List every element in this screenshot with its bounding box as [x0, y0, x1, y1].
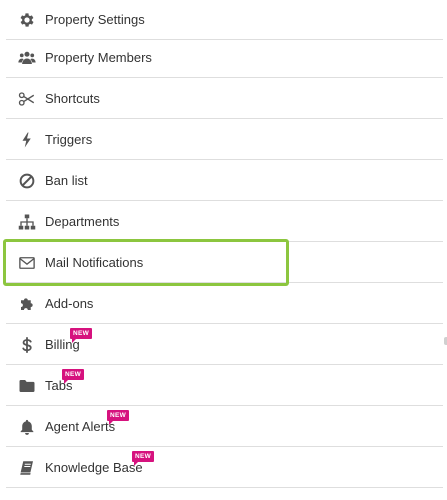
new-badge: NEW — [62, 369, 85, 384]
menu-item-agent-alerts[interactable]: Agent Alerts NEW — [6, 407, 443, 447]
menu-item-label: Property Members — [45, 50, 152, 65]
new-badge: NEW — [70, 328, 93, 343]
menu-item-label: Tabs — [45, 378, 73, 393]
menu-item-label: Shortcuts — [45, 91, 100, 106]
menu-item-property-settings[interactable]: Property Settings — [6, 0, 443, 40]
menu-item-label: Mail Notifications — [45, 255, 144, 270]
menu-item-label: Departments — [45, 214, 120, 229]
menu-item-label: Ban list — [45, 173, 88, 188]
folder-icon — [18, 377, 36, 395]
menu-item-label: Agent Alerts — [45, 419, 116, 434]
menu-item-property-members[interactable]: Property Members — [6, 38, 443, 78]
menu-item-tabs[interactable]: Tabs NEW — [6, 366, 443, 406]
users-icon — [18, 49, 36, 67]
menu-item-shortcuts[interactable]: Shortcuts — [6, 79, 443, 119]
puzzle-icon — [18, 295, 36, 313]
menu-item-add-ons[interactable]: Add-ons — [6, 284, 443, 324]
menu-item-mail-notifications[interactable]: Mail Notifications — [6, 243, 443, 283]
menu-item-knowledge-base[interactable]: Knowledge Base NEW — [6, 448, 443, 488]
menu-item-billing[interactable]: Billing NEW — [6, 325, 443, 365]
menu-item-label: Property Settings — [45, 12, 145, 27]
gear-icon — [18, 11, 36, 29]
sitemap-icon — [18, 213, 36, 231]
menu-item-departments[interactable]: Departments — [6, 202, 443, 242]
menu-item-triggers[interactable]: Triggers — [6, 120, 443, 160]
scissors-icon — [18, 90, 36, 108]
menu-item-label: Knowledge Base — [45, 460, 143, 475]
bolt-icon — [18, 131, 36, 149]
dollar-icon — [18, 336, 36, 354]
new-badge: NEW — [132, 451, 155, 466]
menu-item-ban-list[interactable]: Ban list — [6, 161, 443, 201]
settings-menu: Property Settings Property Members Short… — [0, 0, 447, 500]
envelope-icon — [18, 254, 36, 272]
ban-icon — [18, 172, 36, 190]
menu-item-label: Add-ons — [45, 296, 94, 311]
new-badge: NEW — [107, 410, 130, 425]
bell-icon — [18, 418, 36, 436]
menu-item-label: Triggers — [45, 132, 93, 147]
book-icon — [18, 459, 36, 477]
